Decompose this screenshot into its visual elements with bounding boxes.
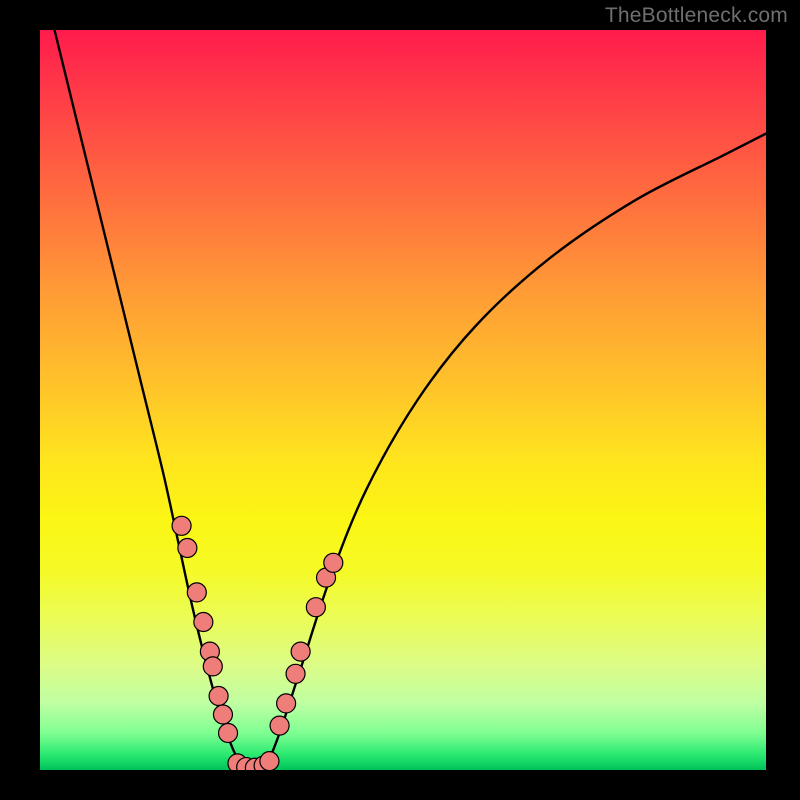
marker-point bbox=[172, 516, 191, 535]
marker-point bbox=[213, 705, 232, 724]
watermark-text: TheBottleneck.com bbox=[605, 4, 788, 28]
chart-frame: TheBottleneck.com bbox=[0, 0, 800, 800]
marker-point bbox=[286, 664, 305, 683]
marker-point bbox=[209, 687, 228, 706]
chart-svg bbox=[40, 30, 766, 770]
curve-layer bbox=[55, 30, 766, 770]
plot-area bbox=[40, 30, 766, 770]
curve-right-curve bbox=[265, 134, 766, 770]
marker-point bbox=[194, 613, 213, 632]
marker-point bbox=[291, 642, 310, 661]
marker-point bbox=[324, 553, 343, 572]
marker-point bbox=[277, 694, 296, 713]
marker-point bbox=[219, 724, 238, 743]
marker-point bbox=[203, 657, 222, 676]
marker-point bbox=[187, 583, 206, 602]
marker-layer bbox=[172, 516, 343, 770]
marker-point bbox=[260, 752, 279, 770]
marker-point bbox=[306, 598, 325, 617]
marker-point bbox=[178, 539, 197, 558]
marker-point bbox=[270, 716, 289, 735]
